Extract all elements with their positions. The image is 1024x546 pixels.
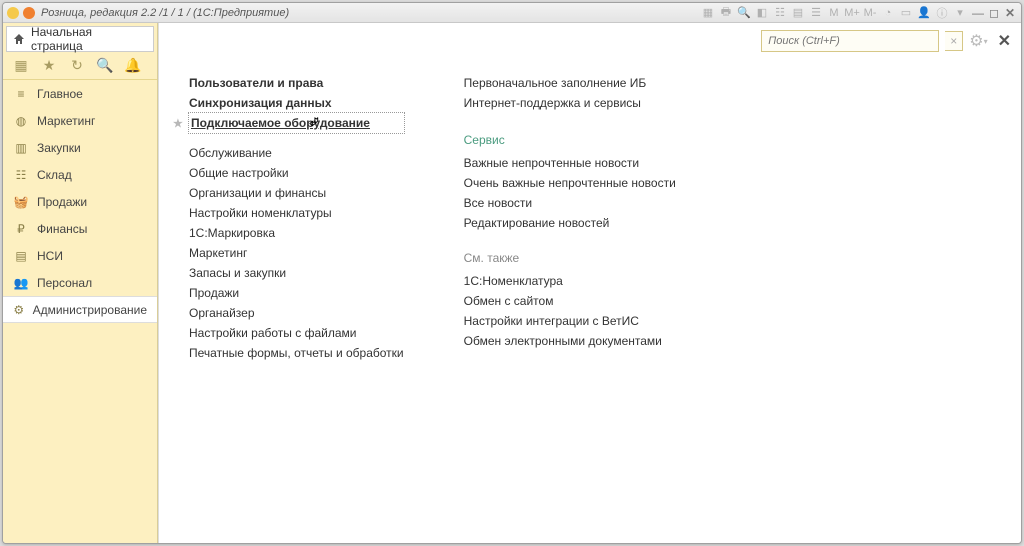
link-org-finance[interactable]: Организации и финансы (189, 183, 404, 203)
link-data-sync[interactable]: Синхронизация данных (189, 93, 404, 113)
panel-close-button[interactable]: ✕ (998, 31, 1011, 51)
section-service: Сервис (464, 133, 676, 147)
sidebar: Начальная страница ▦ ★ ↻ 🔍 🔔 ≡ Главное ◍ М… (3, 23, 158, 543)
window-orb-2 (23, 7, 35, 19)
basket-icon: 🧺 (13, 194, 29, 210)
search-input[interactable] (762, 35, 938, 47)
tb-clock-icon[interactable]: ◔ (880, 5, 896, 21)
window-minimize-button[interactable]: — (971, 6, 985, 20)
section-see-also: См. также (464, 251, 676, 265)
tb-icon-4[interactable]: ◧ (754, 5, 770, 21)
people-icon: 👥 (13, 275, 29, 291)
book-icon: ▤ (13, 248, 29, 264)
link-initial-fill[interactable]: Первоначальное заполнение ИБ (464, 73, 676, 93)
nav-label: Закупки (37, 141, 81, 155)
link-stock-purchases[interactable]: Запасы и закупки (189, 263, 404, 283)
tb-search-icon[interactable]: 🔍 (736, 5, 752, 21)
tb-window-icon[interactable]: ▭ (898, 5, 914, 21)
tb-icon-5[interactable]: ☷ (772, 5, 788, 21)
nav-marketing[interactable]: ◍ Маркетинг (3, 107, 157, 134)
link-organizer[interactable]: Органайзер (189, 303, 404, 323)
link-sales[interactable]: Продажи (189, 283, 404, 303)
link-all-news[interactable]: Все новости (464, 193, 676, 213)
ruble-icon: ₽ (13, 221, 29, 237)
start-page-label: Начальная страница (31, 25, 147, 53)
tb-mminus-icon[interactable]: M- (862, 5, 878, 21)
gear-icon: ⚙ (13, 302, 25, 318)
nav-label: Персонал (37, 276, 92, 290)
tb-info-icon[interactable]: ⓘ (934, 5, 950, 21)
nav-finance[interactable]: ₽ Финансы (3, 215, 157, 242)
window-title: Розница, редакция 2.2 /1 / 1 / (1С:Предп… (41, 7, 289, 19)
tb-icon-6[interactable]: ▤ (790, 5, 806, 21)
start-page-tab[interactable]: Начальная страница (6, 26, 154, 52)
main-area: × ⚙▾ ✕ Пользователи и права Синхронизаци… (158, 23, 1021, 543)
link-nomenclature-settings[interactable]: Настройки номенклатуры (189, 203, 404, 223)
nav-main[interactable]: ≡ Главное (3, 80, 157, 107)
link-text: Подключаемое оборудование (191, 116, 370, 130)
titlebar: Розница, редакция 2.2 /1 / 1 / (1С:Предп… (3, 3, 1021, 23)
link-edit-news[interactable]: Редактирование новостей (464, 213, 676, 233)
apps-icon[interactable]: ▦ (13, 58, 29, 74)
tb-icon-1[interactable]: ▦ (700, 5, 716, 21)
nav-label: НСИ (37, 249, 63, 263)
tb-print-icon[interactable]: 🖶 (718, 5, 734, 21)
star-icon[interactable]: ★ (41, 58, 57, 74)
window-close-button[interactable]: ✕ (1003, 6, 1017, 20)
nav-label: Главное (37, 87, 83, 101)
content-col-2: Первоначальное заполнение ИБ Интернет-по… (464, 73, 676, 533)
link-very-important-news[interactable]: Очень важные непрочтенные новости (464, 173, 676, 193)
search-clear-button[interactable]: × (945, 31, 963, 51)
link-edoc-exchange[interactable]: Обмен электронными документами (464, 331, 676, 351)
history-icon[interactable]: ↻ (69, 58, 85, 74)
nav-personnel[interactable]: 👥 Персонал (3, 269, 157, 296)
link-print-forms[interactable]: Печатные формы, отчеты и обработки (189, 343, 404, 363)
nav-label: Администрирование (33, 303, 147, 317)
tb-icon-7[interactable]: ☰ (808, 5, 824, 21)
nav: ≡ Главное ◍ Маркетинг ▥ Закупки ☷ Склад 🧺 Про… (3, 80, 157, 323)
link-users-rights[interactable]: Пользователи и права (189, 73, 404, 93)
favorite-star-icon: ★ (173, 117, 183, 130)
nav-warehouse[interactable]: ☷ Склад (3, 161, 157, 188)
search-box[interactable] (761, 30, 939, 52)
link-marketing[interactable]: Маркетинг (189, 243, 404, 263)
sidebar-icon-row: ▦ ★ ↻ 🔍 🔔 (3, 52, 157, 80)
nav-label: Склад (37, 168, 72, 182)
window-restore-button[interactable]: ◻ (987, 6, 1001, 20)
tb-m-icon[interactable]: M (826, 5, 842, 21)
nav-label: Продажи (37, 195, 87, 209)
tb-drop-icon[interactable]: ▾ (952, 5, 968, 21)
search-icon[interactable]: 🔍 (97, 58, 113, 74)
home-icon (13, 33, 25, 45)
nav-label: Финансы (37, 222, 87, 236)
window-orb-1 (7, 7, 19, 19)
link-vetis[interactable]: Настройки интеграции с ВетИС (464, 311, 676, 331)
app-window: Розница, редакция 2.2 /1 / 1 / (1С:Предп… (2, 2, 1022, 544)
nav-label: Маркетинг (37, 114, 95, 128)
boxes-icon: ▥ (13, 140, 29, 156)
settings-gear-icon[interactable]: ⚙▾ (969, 31, 987, 51)
link-internet-support[interactable]: Интернет-поддержка и сервисы (464, 93, 676, 113)
link-site-exchange[interactable]: Обмен с сайтом (464, 291, 676, 311)
link-peripherals[interactable]: ★ Подключаемое оборудование ⮰ (189, 113, 404, 133)
content: Пользователи и права Синхронизация данны… (159, 59, 1021, 543)
link-file-settings[interactable]: Настройки работы с файлами (189, 323, 404, 343)
nav-admin[interactable]: ⚙ Администрирование (3, 296, 157, 323)
content-col-1: Пользователи и права Синхронизация данны… (189, 73, 404, 533)
link-important-news[interactable]: Важные непрочтенные новости (464, 153, 676, 173)
bell-icon[interactable]: 🔔 (125, 58, 141, 74)
tb-user-icon[interactable]: 👤 (916, 5, 932, 21)
tb-mplus-icon[interactable]: M+ (844, 5, 860, 21)
globe-icon: ◍ (13, 113, 29, 129)
shelves-icon: ☷ (13, 167, 29, 183)
link-general-settings[interactable]: Общие настройки (189, 163, 404, 183)
nav-sales[interactable]: 🧺 Продажи (3, 188, 157, 215)
nav-purchases[interactable]: ▥ Закупки (3, 134, 157, 161)
nav-nsi[interactable]: ▤ НСИ (3, 242, 157, 269)
link-1c-marking[interactable]: 1С:Маркировка (189, 223, 404, 243)
main-toolbar: × ⚙▾ ✕ (159, 23, 1021, 59)
link-maintenance[interactable]: Обслуживание (189, 143, 404, 163)
list-icon: ≡ (13, 86, 29, 102)
link-1c-nomenclature[interactable]: 1С:Номенклатура (464, 271, 676, 291)
